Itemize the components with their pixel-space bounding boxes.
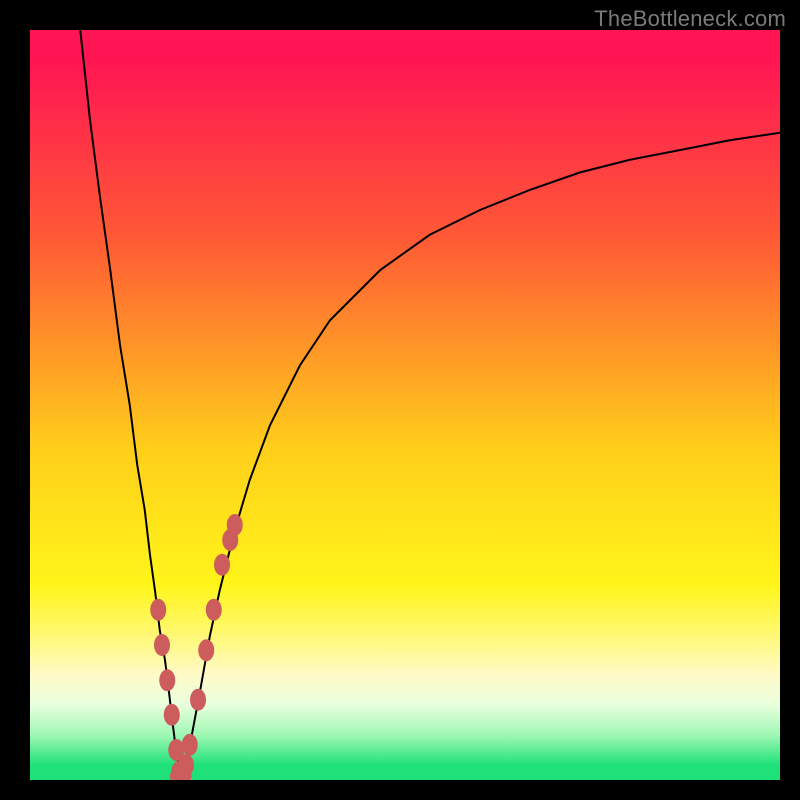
data-point-marker bbox=[182, 734, 198, 756]
data-point-marker bbox=[164, 704, 180, 726]
curve-right-branch bbox=[181, 133, 780, 777]
data-point-marker bbox=[227, 514, 243, 536]
chart-svg bbox=[30, 30, 780, 780]
markers-right-branch bbox=[178, 514, 243, 776]
data-point-marker bbox=[214, 554, 230, 576]
attribution-text: TheBottleneck.com bbox=[594, 6, 786, 32]
chart-plot-area bbox=[30, 30, 780, 780]
data-point-marker bbox=[150, 599, 166, 621]
data-point-marker bbox=[206, 599, 222, 621]
chart-frame: TheBottleneck.com bbox=[0, 0, 800, 800]
curve-left-branch bbox=[80, 30, 181, 776]
data-point-marker bbox=[154, 634, 170, 656]
data-point-marker bbox=[198, 639, 214, 661]
markers-left-branch bbox=[150, 599, 187, 780]
data-point-marker bbox=[159, 669, 175, 691]
data-point-marker bbox=[190, 689, 206, 711]
